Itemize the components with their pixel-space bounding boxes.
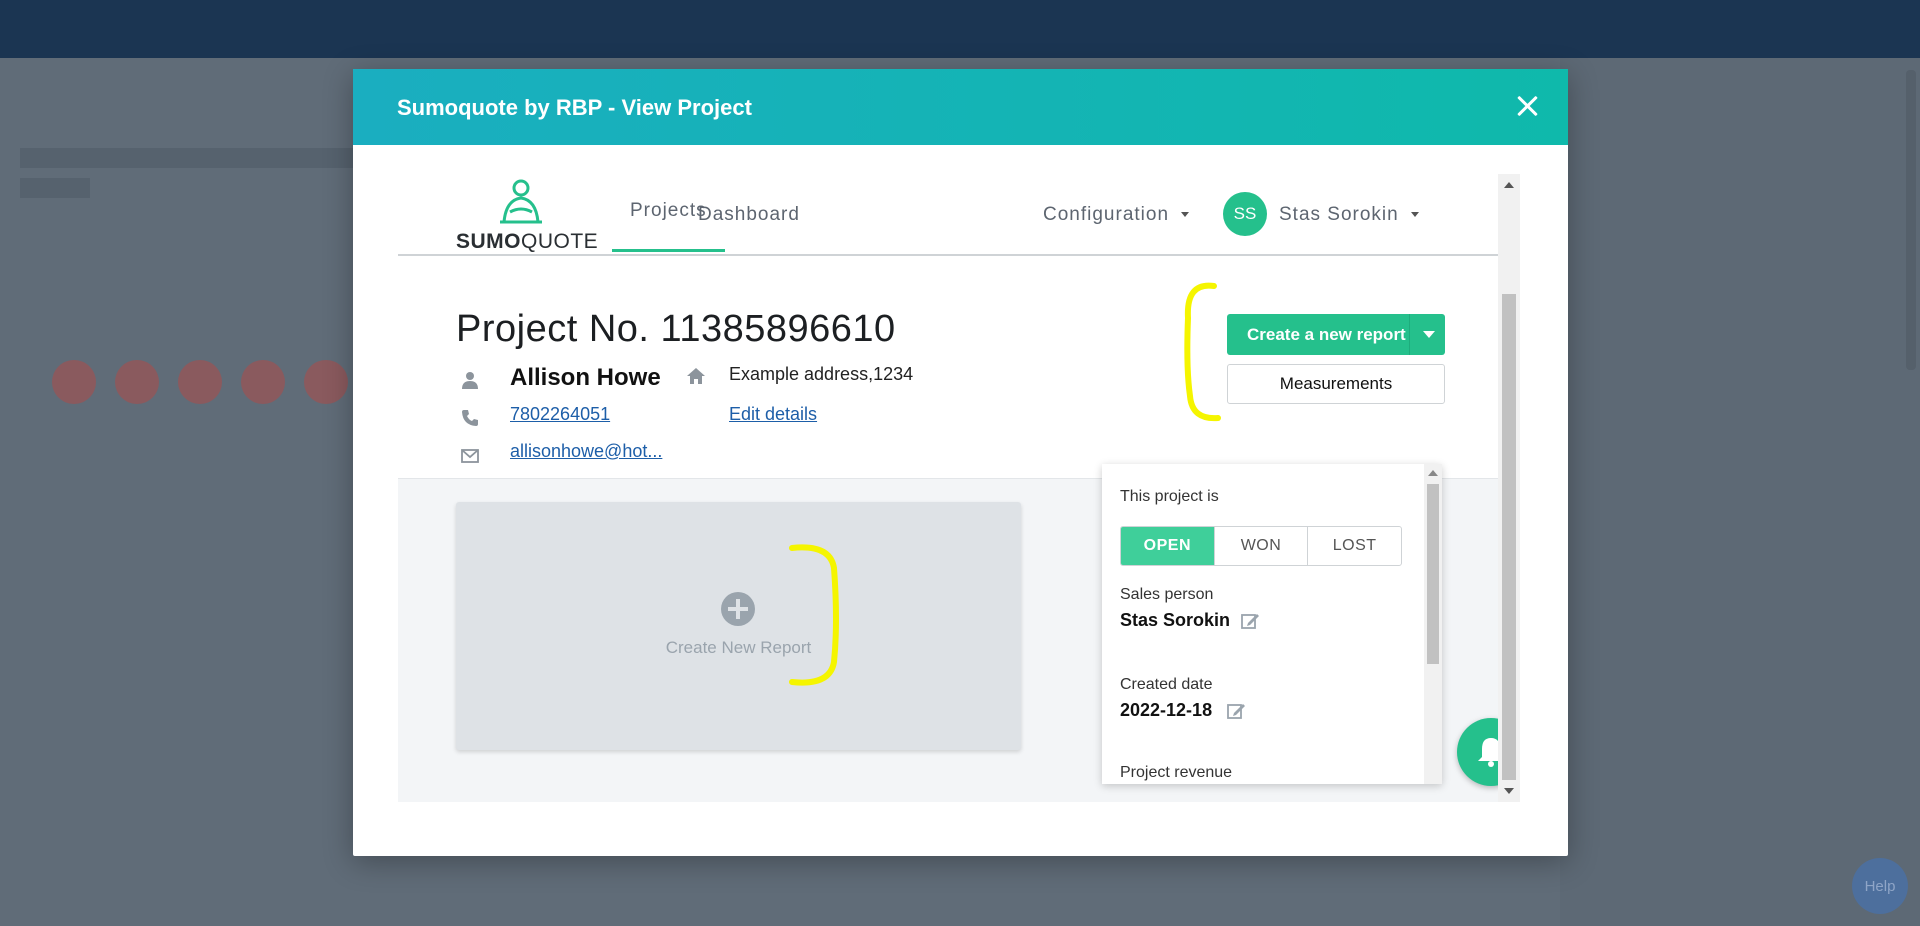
background-action-icon — [115, 360, 159, 404]
user-name: Stas Sorokin — [1279, 204, 1399, 225]
status-won-option[interactable]: WON — [1215, 527, 1309, 565]
view-project-modal: Sumoquote by RBP - View Project SUMOQUOT… — [353, 69, 1568, 856]
user-menu[interactable]: Stas Sorokin — [1279, 204, 1419, 226]
edit-details-link[interactable]: Edit details — [729, 404, 817, 425]
project-address: Example address,1234 — [729, 364, 914, 384]
help-button[interactable]: Help — [1852, 858, 1908, 914]
mail-icon — [461, 449, 479, 463]
background-topbar — [0, 0, 1920, 58]
app-navbar: SUMOQUOTE Projects Dashboard Configurati… — [398, 174, 1498, 256]
scroll-down-arrow-icon[interactable] — [1504, 788, 1514, 794]
sumoquote-frame: SUMOQUOTE Projects Dashboard Configurati… — [398, 174, 1520, 802]
configuration-label: Configuration — [1043, 204, 1170, 225]
scroll-up-arrow-icon[interactable] — [1428, 470, 1438, 476]
client-email-link[interactable]: allisonhowe@hot... — [510, 441, 662, 462]
status-heading: This project is — [1120, 488, 1219, 505]
project-title: Project No. 11385896610 — [456, 308, 896, 350]
plus-icon — [721, 592, 755, 626]
configuration-menu[interactable]: Configuration — [1043, 204, 1190, 226]
logo-wordmark: SUMOQUOTE — [456, 230, 599, 253]
avatar[interactable]: SS — [1223, 192, 1267, 236]
scrollbar-thumb[interactable] — [1427, 484, 1439, 664]
background-right-panel — [1560, 58, 1920, 926]
measurements-button[interactable]: Measurements — [1227, 364, 1445, 404]
tab-dashboard[interactable]: Dashboard — [698, 204, 800, 226]
background-action-icon — [178, 360, 222, 404]
project-details: Project No. 11385896610 Allison Howe 780… — [398, 258, 1498, 478]
create-new-report-card-label: Create New Report — [665, 638, 812, 657]
client-phone-link[interactable]: 7802264051 — [510, 404, 610, 425]
created-date-label: Created date — [1120, 676, 1213, 693]
project-revenue-label: Project revenue — [1120, 764, 1233, 781]
sales-person-label: Sales person — [1120, 586, 1214, 603]
phone-icon — [462, 410, 478, 426]
project-status-toggle: OPEN WON LOST — [1120, 526, 1402, 566]
edit-icon[interactable] — [1226, 701, 1246, 721]
background-title — [20, 148, 360, 198]
sumoquote-logo[interactable]: SUMOQUOTE — [456, 178, 599, 254]
background-action-icon — [241, 360, 285, 404]
create-new-report-card[interactable]: Create New Report — [456, 502, 1021, 750]
highlight-bracket-icon — [789, 544, 839, 686]
chevron-down-icon — [1410, 212, 1419, 218]
modal-header: Sumoquote by RBP - View Project — [353, 69, 1568, 145]
scroll-up-arrow-icon[interactable] — [1504, 182, 1514, 188]
scrollbar-thumb[interactable] — [1502, 294, 1516, 780]
background-scrollbar — [1906, 70, 1916, 370]
edit-icon[interactable] — [1240, 611, 1260, 631]
person-icon — [462, 372, 478, 389]
create-new-report-label: Create a new report — [1247, 325, 1406, 344]
modal-title: Sumoquote by RBP - View Project — [397, 95, 752, 120]
created-date-value: 2022-12-18 — [1120, 700, 1213, 720]
create-new-report-button[interactable]: Create a new report — [1227, 314, 1445, 355]
home-icon — [687, 368, 705, 384]
close-icon[interactable] — [1512, 91, 1542, 121]
project-status-panel: This project is OPEN WON LOST Sales pers… — [1102, 464, 1442, 784]
background-action-icon — [52, 360, 96, 404]
chevron-down-icon — [1181, 212, 1190, 218]
sumo-wrestler-icon — [500, 179, 542, 224]
highlight-bracket-icon — [1184, 282, 1221, 422]
frame-scrollbar[interactable] — [1498, 174, 1520, 802]
status-panel-scrollbar[interactable] — [1424, 464, 1442, 784]
client-name: Allison Howe — [510, 364, 661, 391]
chevron-down-icon[interactable] — [1409, 314, 1445, 355]
status-open-option[interactable]: OPEN — [1121, 527, 1215, 565]
background-action-icon — [304, 360, 348, 404]
sales-person-value: Stas Sorokin — [1120, 610, 1231, 630]
status-lost-option[interactable]: LOST — [1308, 527, 1401, 565]
